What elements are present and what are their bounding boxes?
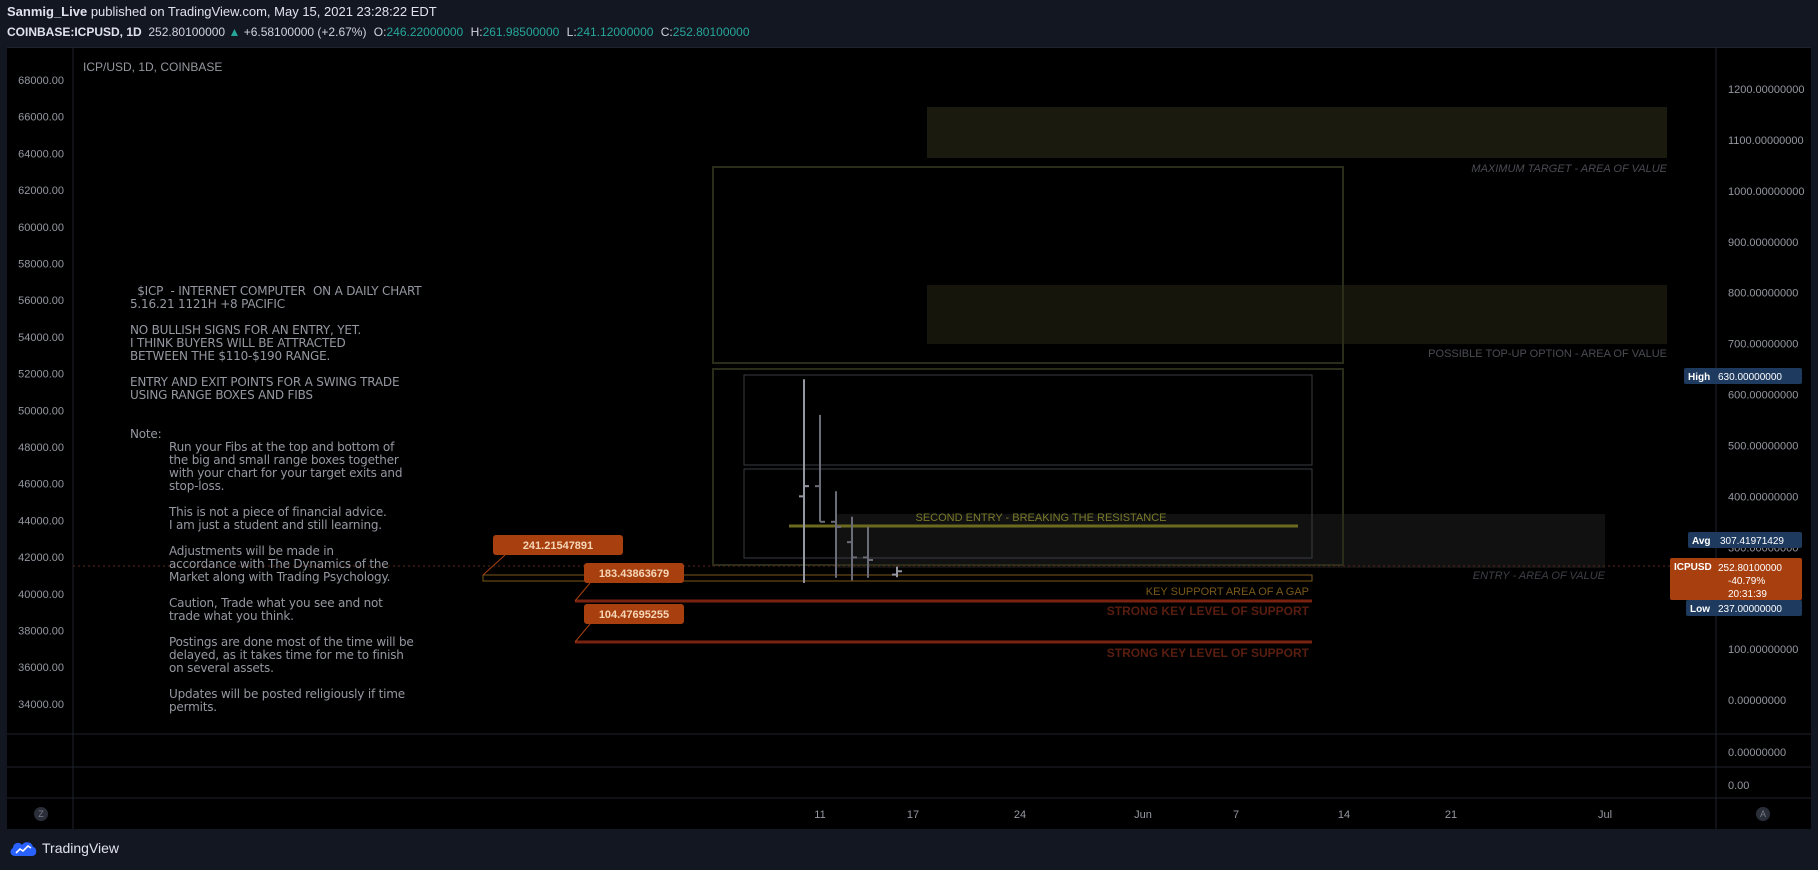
note-paragraph-3: Adjustments will be made in accordance w… bbox=[169, 544, 391, 584]
tradingview-brand[interactable]: TradingView bbox=[8, 838, 119, 858]
callout-2-leader bbox=[574, 582, 591, 602]
second-entry-label: SECOND ENTRY - BREAKING THE RESISTANCE bbox=[915, 512, 1166, 524]
left-axis-tick: 56000.00 bbox=[18, 295, 64, 307]
note-line-2: 5.16.21 1121H +8 PACIFIC bbox=[130, 297, 285, 311]
left-axis-tick: 38000.00 bbox=[18, 626, 64, 638]
left-axis-tick: 54000.00 bbox=[18, 332, 64, 344]
trade-note[interactable]: $ICP - INTERNET COMPUTER ON A DAILY CHAR… bbox=[130, 272, 460, 727]
callout-1-leader bbox=[482, 554, 506, 576]
range-box-upper[interactable] bbox=[743, 374, 1313, 466]
left-axis-tick: 46000.00 bbox=[18, 479, 64, 491]
low-tag: Low 237.00000000 bbox=[1686, 600, 1802, 616]
left-axis-tick: 64000.00 bbox=[18, 148, 64, 160]
left-axis-tick: 62000.00 bbox=[18, 185, 64, 197]
topup-label: POSSIBLE TOP-UP OPTION - AREA OF VALUE bbox=[1428, 348, 1667, 360]
right-axis-tick: 700.00000000 bbox=[1728, 339, 1798, 351]
left-axis-tick: 52000.00 bbox=[18, 369, 64, 381]
note-paragraph-4: Caution, Trade what you see and not trad… bbox=[169, 596, 383, 623]
x-axis-tick: Jun bbox=[1134, 809, 1152, 821]
symbol-tag-value: 252.80100000 bbox=[1718, 563, 1782, 574]
max-target-zone[interactable] bbox=[927, 107, 1667, 158]
tradingview-cloud-icon bbox=[10, 842, 37, 856]
chart-title: ICP/USD, 1D, COINBASE bbox=[83, 60, 222, 74]
symbol-tag: ICPUSD 252.80100000 -40.79% 20:31:39 bbox=[1670, 558, 1802, 600]
strong-support-label-2: STRONG KEY LEVEL OF SUPPORT bbox=[1107, 646, 1310, 660]
ohlc-bar bbox=[892, 566, 902, 578]
left-axis-tick: 60000.00 bbox=[18, 222, 64, 234]
tradingview-brand-text: TradingView bbox=[42, 840, 120, 856]
time-axis[interactable]: 11 17 24 Jun 7 14 21 Jul bbox=[814, 809, 1612, 821]
callout-3-leader bbox=[574, 623, 591, 643]
x-axis-tick: 21 bbox=[1445, 809, 1457, 821]
callout-1-text: 241.21547891 bbox=[523, 540, 593, 552]
right-axis-tick: 500.00000000 bbox=[1728, 440, 1798, 452]
note-line-3: NO BULLISH SIGNS FOR AN ENTRY, YET. bbox=[130, 323, 362, 337]
key-support-gap-label: KEY SUPPORT AREA OF A GAP bbox=[1146, 586, 1309, 598]
note-paragraph-6: Updates will be posted religiously if ti… bbox=[169, 687, 405, 714]
callout-2-text: 183.43863679 bbox=[599, 568, 669, 580]
right-axis-tick: 900.00000000 bbox=[1728, 237, 1798, 249]
left-axis-tick: 40000.00 bbox=[18, 589, 64, 601]
zoom-z-button[interactable]: Z bbox=[34, 807, 48, 821]
auto-scale-button[interactable]: A bbox=[1756, 807, 1770, 821]
x-axis-tick: 24 bbox=[1014, 809, 1026, 821]
note-label: Note: bbox=[130, 427, 162, 441]
right-axis-tick: 1200.00000000 bbox=[1728, 84, 1804, 96]
x-axis-tick: 11 bbox=[814, 809, 825, 821]
right-axis-tick: 1100.00000000 bbox=[1728, 135, 1804, 147]
note-paragraph-5: Postings are done most of the time will … bbox=[169, 635, 414, 675]
left-axis-tick: 34000.00 bbox=[18, 699, 64, 711]
left-axis-tick: 50000.00 bbox=[18, 405, 64, 417]
strong-support-label-1: STRONG KEY LEVEL OF SUPPORT bbox=[1107, 604, 1310, 618]
left-axis-tick: 48000.00 bbox=[18, 442, 64, 454]
high-tag-value: 630.00000000 bbox=[1718, 372, 1782, 383]
high-tag: High 630.00000000 bbox=[1684, 368, 1802, 384]
right-axis-tick: 600.00000000 bbox=[1728, 390, 1798, 402]
ohlc-bar bbox=[799, 379, 809, 583]
right-axis-tick: 800.00000000 bbox=[1728, 288, 1798, 300]
max-target-label: MAXIMUM TARGET - AREA OF VALUE bbox=[1471, 163, 1667, 175]
left-axis-tick: 36000.00 bbox=[18, 662, 64, 674]
low-tag-label: Low bbox=[1690, 604, 1710, 615]
note-line-6: ENTRY AND EXIT POINTS FOR A SWING TRADE bbox=[130, 375, 400, 389]
footer-bar bbox=[0, 829, 1818, 870]
right-axis-tick: 1000.00000000 bbox=[1728, 186, 1804, 198]
symbol-tag-label: ICPUSD bbox=[1674, 562, 1712, 573]
avg-tag: Avg 307.41971429 bbox=[1688, 532, 1802, 548]
avg-tag-value: 307.41971429 bbox=[1720, 536, 1784, 547]
left-axis-tick: 66000.00 bbox=[18, 112, 64, 124]
left-axis-tick: 42000.00 bbox=[18, 552, 64, 564]
entry-label: ENTRY - AREA OF VALUE bbox=[1473, 570, 1606, 582]
right-axis-tick: 100.00000000 bbox=[1728, 644, 1798, 656]
low-tag-value: 237.00000000 bbox=[1718, 604, 1782, 615]
high-tag-label: High bbox=[1688, 372, 1710, 383]
ohlc-bar bbox=[815, 414, 825, 523]
callout-3-text: 104.47695255 bbox=[599, 609, 669, 621]
avg-tag-label: Avg bbox=[1692, 536, 1711, 547]
note-line-1: $ICP - INTERNET COMPUTER ON A DAILY CHAR… bbox=[137, 284, 422, 298]
sub-axis-label-2: 0.00 bbox=[1728, 780, 1749, 792]
note-line-5: BETWEEN THE $110-$190 RANGE. bbox=[130, 349, 331, 363]
x-axis-tick: 17 bbox=[907, 809, 919, 821]
left-axis-tick: 68000.00 bbox=[18, 75, 64, 87]
note-line-7: USING RANGE BOXES AND FIBS bbox=[130, 388, 313, 402]
x-axis-tick: 14 bbox=[1338, 809, 1350, 821]
left-axis-tick: 58000.00 bbox=[18, 259, 64, 271]
left-price-axis[interactable]: 68000.00 66000.00 64000.00 62000.00 60000.00… bbox=[18, 75, 64, 711]
note-paragraph-1: Run your Fibs at the top and bottom of t… bbox=[169, 440, 403, 493]
note-paragraph-2: This is not a piece of financial advice.… bbox=[169, 505, 387, 532]
sub-axis-label-1: 0.00000000 bbox=[1728, 747, 1786, 759]
x-axis-tick: Jul bbox=[1598, 809, 1612, 821]
note-line-4: I THINK BUYERS WILL BE ATTRACTED bbox=[130, 336, 346, 350]
topup-zone[interactable] bbox=[927, 285, 1667, 344]
symbol-tag-time: 20:31:39 bbox=[1728, 589, 1767, 600]
x-axis-tick: 7 bbox=[1233, 809, 1239, 821]
symbol-tag-pct: -40.79% bbox=[1728, 576, 1765, 587]
right-axis-tick: 0.00000000 bbox=[1728, 695, 1786, 707]
right-axis-tick: 400.00000000 bbox=[1728, 491, 1798, 503]
left-axis-tick: 44000.00 bbox=[18, 515, 64, 527]
